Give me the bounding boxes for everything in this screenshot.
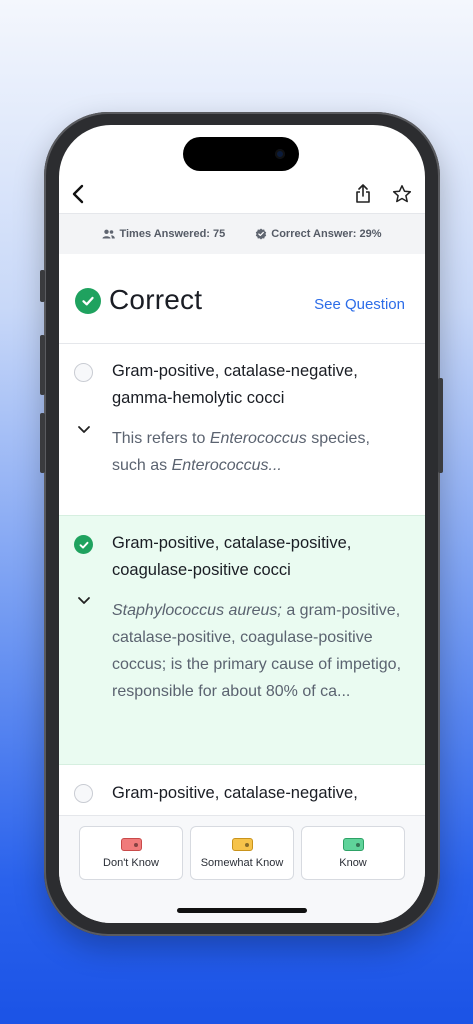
favorite-button[interactable]: [387, 179, 417, 209]
phone-volume-up: [40, 335, 45, 395]
option-title: Gram-positive, catalase-negative,: [112, 784, 358, 802]
know-button[interactable]: Know: [301, 826, 405, 880]
times-answered-stat: Times Answered: 75: [102, 228, 225, 240]
tag-green-icon: [342, 837, 364, 851]
option-radio[interactable]: [74, 363, 93, 382]
home-indicator[interactable]: [177, 908, 307, 913]
times-answered-text: Times Answered: 75: [119, 228, 226, 240]
tag-yellow-icon: [231, 837, 253, 851]
chevron-left-icon: [72, 184, 84, 204]
dont-know-label: Don't Know: [103, 856, 159, 869]
correct-answer-stat: Correct Answer: 29%: [255, 228, 382, 240]
somewhat-know-button[interactable]: Somewhat Know: [190, 826, 294, 880]
phone-volume-down: [40, 413, 45, 473]
explanation-italic: Enterococcus: [209, 430, 307, 447]
app-screen: Times Answered: 75 Correct Answer: 29% C…: [59, 125, 425, 923]
camera-icon: [275, 149, 285, 159]
correct-check-icon: [75, 288, 101, 314]
tag-red-icon: [120, 837, 142, 851]
know-label: Know: [339, 856, 367, 869]
explanation-text-prefix: This refers to: [112, 430, 210, 447]
explanation-italic-2: Enterococcus...: [171, 457, 282, 474]
star-icon: [392, 185, 412, 203]
correct-answer-text: Correct Answer: 29%: [271, 228, 382, 240]
rating-bar: Don't Know Somewhat Know Know: [59, 815, 425, 923]
option-explanation: This refers to Enterococcus species, suc…: [112, 425, 402, 479]
share-button[interactable]: [349, 179, 377, 209]
users-icon: [102, 229, 116, 239]
see-question-link[interactable]: See Question: [314, 296, 405, 313]
option-title: Gram-positive, catalase-positive, coagul…: [112, 534, 352, 579]
chevron-down-icon[interactable]: [77, 421, 91, 439]
verified-badge-icon: [256, 228, 267, 240]
answer-option-3[interactable]: Gram-positive, catalase-negative,: [59, 766, 425, 816]
answer-option-1[interactable]: Gram-positive, catalase-negative, gamma-…: [59, 345, 425, 515]
result-title: Correct: [109, 284, 203, 315]
option-explanation: Staphylococcus aureus; a gram-positive, …: [112, 597, 402, 705]
phone-action-button: [40, 270, 45, 302]
back-button[interactable]: [63, 179, 93, 209]
answer-option-2[interactable]: Gram-positive, catalase-positive, coagul…: [59, 515, 425, 765]
result-header: Correct See Question: [59, 254, 425, 344]
dynamic-island: [183, 137, 299, 171]
share-icon: [356, 184, 370, 203]
phone-power-button: [438, 378, 443, 473]
top-nav-bar: [59, 177, 425, 213]
option-radio[interactable]: [74, 784, 93, 803]
somewhat-know-label: Somewhat Know: [200, 856, 284, 869]
stats-bar: Times Answered: 75 Correct Answer: 29%: [59, 213, 425, 254]
explanation-italic: Staphylococcus aureus;: [112, 602, 282, 619]
option-correct-check-icon[interactable]: [74, 535, 93, 554]
chevron-down-icon[interactable]: [77, 592, 91, 610]
option-title: Gram-positive, catalase-negative, gamma-…: [112, 362, 358, 407]
dont-know-button[interactable]: Don't Know: [79, 826, 183, 880]
